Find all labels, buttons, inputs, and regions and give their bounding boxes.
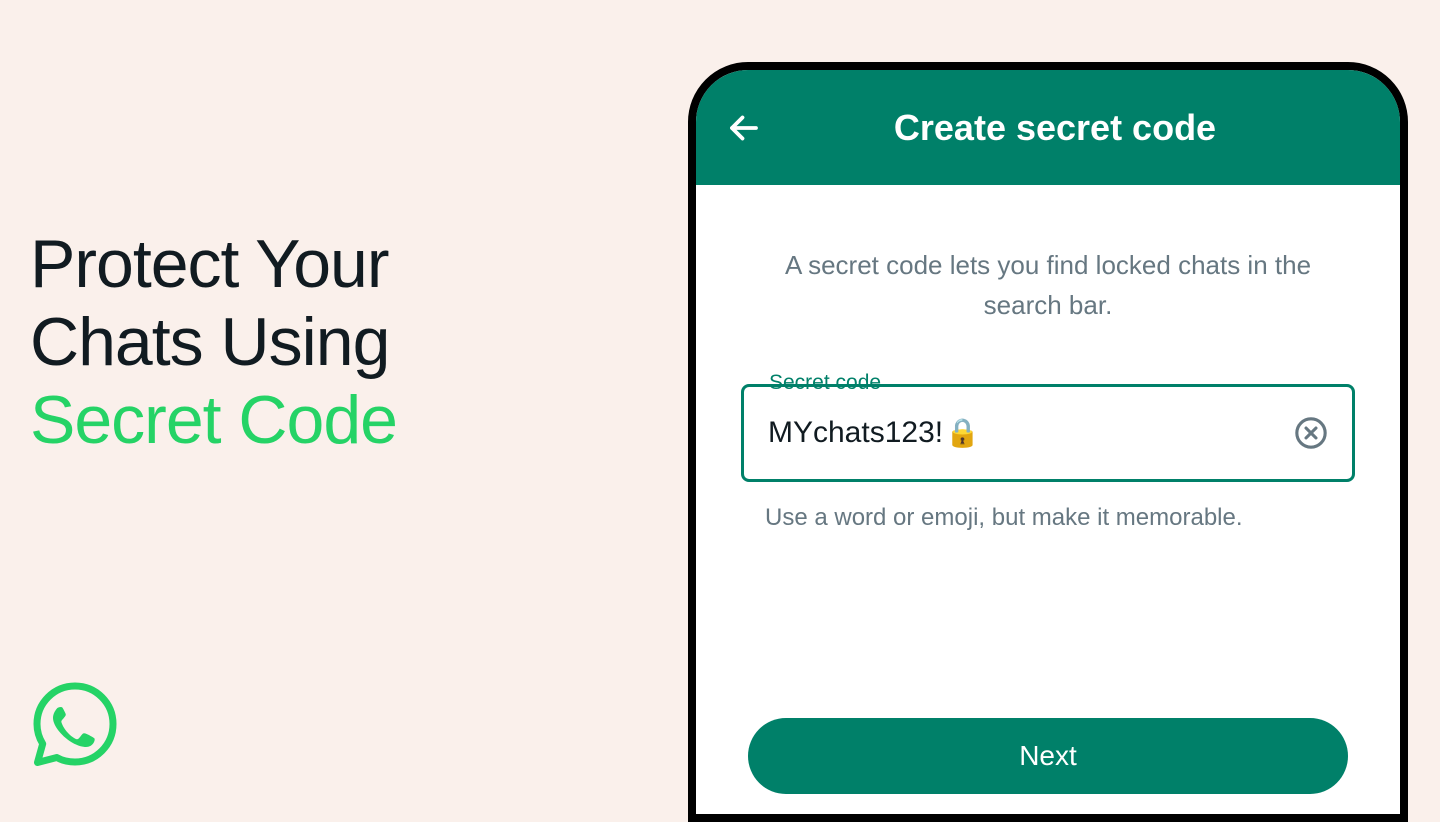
headline-line-1: Protect Your (30, 226, 388, 302)
helper-text: Use a word or emoji, but make it memorab… (741, 504, 1355, 532)
marketing-headline: Protect Your Chats Using Secret Code (30, 225, 397, 460)
secret-code-value: MYchats123!🔒 (768, 416, 1294, 450)
secret-code-input[interactable]: MYchats123!🔒 (741, 384, 1355, 482)
back-arrow-icon[interactable] (726, 110, 762, 146)
secret-code-field-wrap: Secret code MYchats123!🔒 Use a word or e… (741, 384, 1355, 532)
next-button[interactable]: Next (748, 718, 1348, 794)
app-bar: Create secret code (696, 70, 1400, 185)
phone-mockup: Create secret code A secret code lets yo… (688, 62, 1408, 822)
whatsapp-icon (30, 680, 120, 775)
clear-input-button[interactable] (1294, 416, 1328, 450)
headline-line-3: Secret Code (30, 382, 397, 458)
lock-icon: 🔒 (945, 416, 980, 449)
screen-content: A secret code lets you find locked chats… (696, 185, 1400, 532)
headline-line-2: Chats Using (30, 304, 389, 380)
screen-title: Create secret code (790, 107, 1370, 149)
input-text: MYchats123! (768, 416, 943, 450)
description-text: A secret code lets you find locked chats… (741, 245, 1355, 326)
next-button-label: Next (1019, 740, 1077, 772)
